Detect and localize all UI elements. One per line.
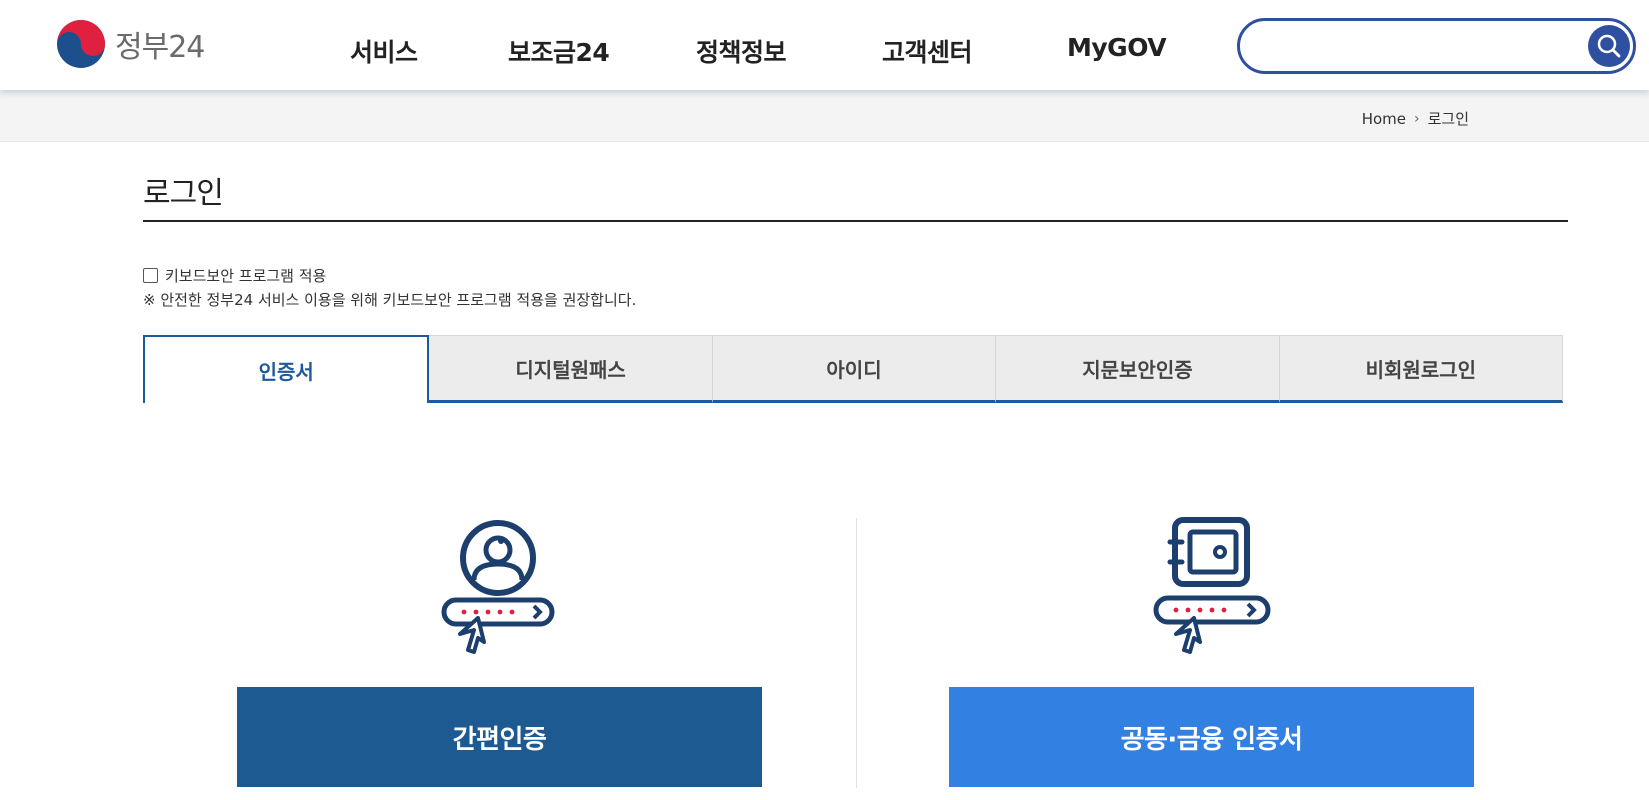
search-box xyxy=(1237,18,1636,74)
breadcrumb: Home › 로그인 xyxy=(1362,108,1469,129)
page-title: 로그인 xyxy=(143,176,224,211)
nav-item-mygov[interactable]: MyGOV xyxy=(1067,33,1167,62)
title-divider xyxy=(143,220,1568,222)
tab-id[interactable]: 아이디 xyxy=(712,335,997,403)
keyboard-security-checkbox[interactable] xyxy=(143,268,158,283)
nav-item-subsidy24[interactable]: 보조금24 xyxy=(508,33,610,69)
nav-item-services[interactable]: 서비스 xyxy=(350,33,418,69)
nav-item-customer-center[interactable]: 고객센터 xyxy=(882,33,973,69)
breadcrumb-bar: Home › 로그인 xyxy=(0,90,1649,142)
simple-auth-person-icon xyxy=(441,520,555,654)
keyboard-security-option: 키보드보안 프로그램 적용 xyxy=(143,265,326,286)
search-input[interactable] xyxy=(1260,31,1560,61)
login-method-tabs: 인증서 디지털원패스 아이디 지문보안인증 비회원로그인 xyxy=(143,335,1564,403)
safe-certificate-icon xyxy=(1153,517,1271,654)
logo-text: 정부24 xyxy=(115,30,205,65)
options-divider xyxy=(856,518,857,788)
search-icon xyxy=(1597,34,1621,58)
keyboard-security-notice: ※ 안전한 정부24 서비스 이용을 위해 키보드보안 프로그램 적용을 권장합… xyxy=(143,291,637,309)
site-logo[interactable]: 정부24 xyxy=(55,18,205,70)
tab-certificate[interactable]: 인증서 xyxy=(143,335,430,403)
breadcrumb-current: 로그인 xyxy=(1427,110,1469,128)
tab-digital-onepass[interactable]: 디지털원패스 xyxy=(429,335,713,403)
tab-fingerprint[interactable]: 지문보안인증 xyxy=(996,335,1280,403)
breadcrumb-home[interactable]: Home xyxy=(1362,110,1406,128)
site-header: 정부24 서비스 보조금24 정책정보 고객센터 MyGOV xyxy=(0,0,1649,90)
keyboard-security-label[interactable]: 키보드보안 프로그램 적용 xyxy=(165,265,326,286)
joint-financial-cert-button[interactable]: 공동·금융 인증서 xyxy=(949,687,1474,787)
taegeuk-logo-icon xyxy=(57,20,105,68)
tab-non-member[interactable]: 비회원로그인 xyxy=(1279,335,1564,403)
nav-item-policy-info[interactable]: 정책정보 xyxy=(696,33,787,69)
chevron-right-icon: › xyxy=(1413,110,1420,127)
search-button[interactable] xyxy=(1588,25,1630,67)
simple-auth-button[interactable]: 간편인증 xyxy=(237,687,762,787)
